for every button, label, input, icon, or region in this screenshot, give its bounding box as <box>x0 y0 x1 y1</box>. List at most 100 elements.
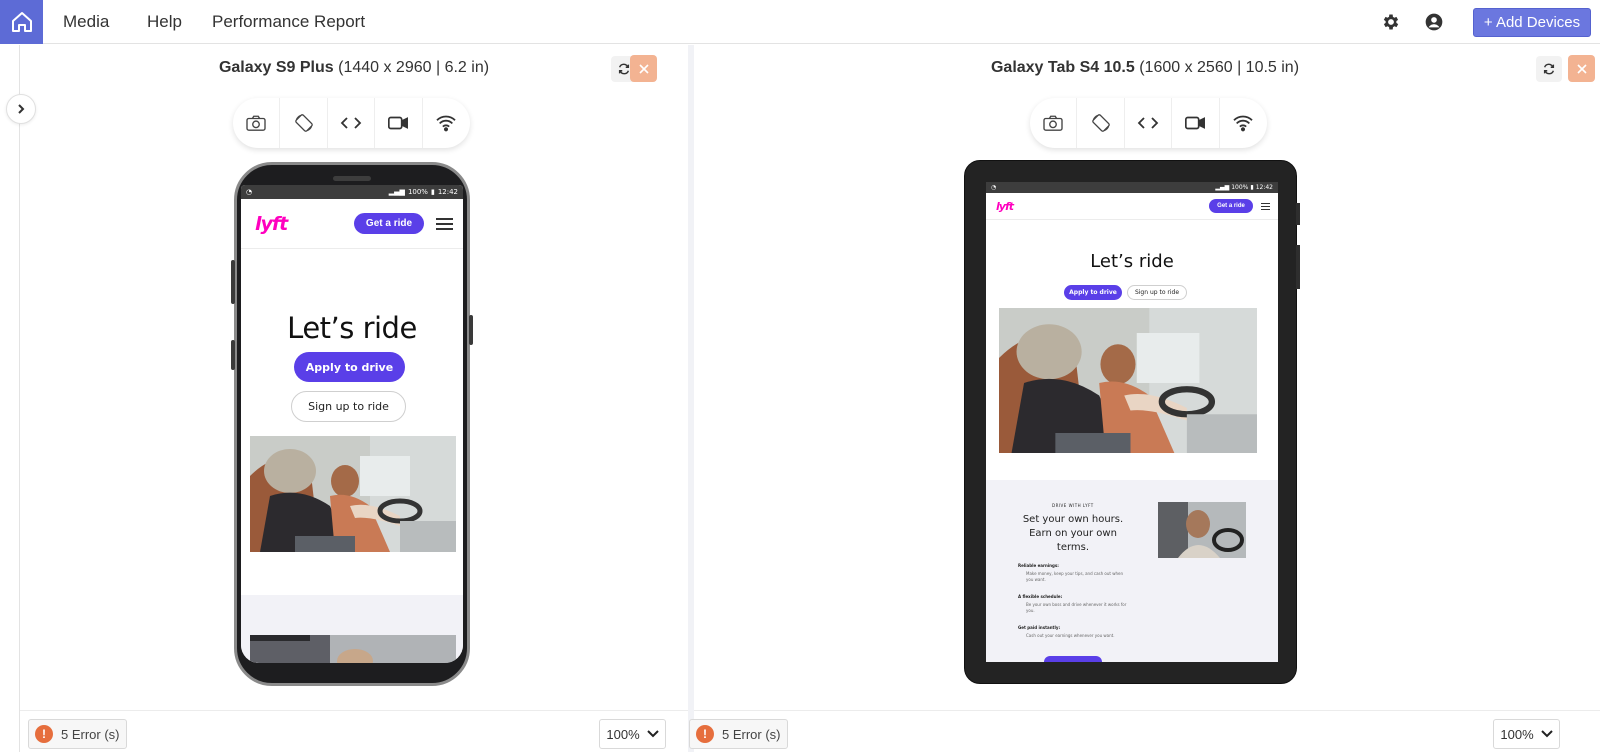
wifi-icon <box>436 115 456 132</box>
refresh-icon <box>618 63 630 75</box>
record-video-button[interactable] <box>1172 98 1220 148</box>
video-icon <box>388 116 409 130</box>
driver-photo-image <box>1158 502 1246 558</box>
zoom-select[interactable]: 100% <box>1493 719 1560 749</box>
phone-screen: ◔ ▂▄▆ 100% ▮ 12:42 lyft Get a ride Let’s… <box>241 185 463 663</box>
hero-headline: Let’s ride <box>1090 251 1174 272</box>
rider-photo-image <box>999 308 1257 453</box>
apply-to-drive-button[interactable]: Apply to drive <box>294 352 405 382</box>
battery-level: 100% <box>1231 184 1249 191</box>
panel-footer-divider <box>694 710 1600 711</box>
feature-reliable-earnings: Reliable earnings: Make money, keep your… <box>1018 563 1130 583</box>
volume-button <box>231 260 235 304</box>
status-time: 12:42 <box>1255 184 1273 191</box>
device-panel-galaxy-s9-plus: Galaxy S9 Plus (1440 x 2960 | 6.2 in) ◔ … <box>20 45 688 752</box>
bixby-button <box>231 340 235 370</box>
home-button[interactable] <box>0 0 43 44</box>
wifi-icon <box>1233 115 1253 132</box>
error-count-label: 5 Error (s) <box>61 726 120 742</box>
nav-media[interactable]: Media <box>63 12 109 32</box>
get-a-ride-button[interactable]: Get a ride <box>1209 199 1253 213</box>
get-a-ride-button[interactable]: Get a ride <box>354 213 424 234</box>
close-icon <box>638 63 649 74</box>
error-count-badge[interactable]: ! 5 Error (s) <box>28 719 127 749</box>
hamburger-menu-icon[interactable] <box>1261 201 1270 212</box>
screenshot-button[interactable] <box>1030 98 1078 148</box>
feature-desc: Cash out your earnings whenever you want… <box>1026 633 1115 638</box>
code-icon <box>1137 117 1159 129</box>
error-count-badge[interactable]: ! 5 Error (s) <box>689 719 788 749</box>
screenshot-button[interactable] <box>233 98 281 148</box>
device-spec: (1600 x 2560 | 10.5 in) <box>1134 59 1300 76</box>
nav-performance-report[interactable]: Performance Report <box>212 12 365 32</box>
camera-icon <box>246 115 266 131</box>
device-title: Galaxy Tab S4 10.5 (1600 x 2560 | 10.5 i… <box>692 59 1598 77</box>
rotate-icon <box>294 114 313 132</box>
sign-up-to-ride-button[interactable]: Sign up to ride <box>1127 285 1187 300</box>
battery-level: 100% <box>407 188 428 196</box>
drive-kicker: DRIVE WITH LYFT <box>1052 503 1094 508</box>
close-icon <box>1576 63 1587 74</box>
apply-to-drive-button[interactable]: Apply to drive <box>1064 285 1122 300</box>
error-icon: ! <box>35 725 53 743</box>
device-title: Galaxy S9 Plus (1440 x 2960 | 6.2 in) <box>20 59 688 77</box>
device-toolbar <box>1030 98 1267 148</box>
zoom-value: 100% <box>606 726 640 742</box>
add-devices-button[interactable]: + Add Devices <box>1473 8 1591 37</box>
drive-headline: Set your own hours. Earn on your own ter… <box>1022 514 1124 553</box>
record-video-button[interactable] <box>375 98 423 148</box>
panel-footer-divider <box>20 710 688 711</box>
zoom-value: 100% <box>1500 726 1534 742</box>
rider-photo-image <box>250 436 456 552</box>
close-device-button[interactable] <box>630 55 657 82</box>
tablet-frame: ◔ ▂▄▆ 100% ▮ 12:42 lyft Get a ride Let’s… <box>964 160 1300 684</box>
rotate-button[interactable] <box>280 98 328 148</box>
drive-section <box>241 595 463 663</box>
battery-icon: ▮ <box>1250 184 1254 191</box>
feature-title: Reliable earnings: <box>1018 563 1059 568</box>
top-bar: Media Help Performance Report + Add Devi… <box>0 0 1600 44</box>
network-button[interactable] <box>1220 98 1267 148</box>
feature-get-paid: Get paid instantly: Cash out your earnin… <box>1018 625 1130 639</box>
status-sync-icon: ◔ <box>246 188 253 196</box>
drive-section: DRIVE WITH LYFT Set your own hours. Earn… <box>986 480 1278 662</box>
lyft-logo[interactable]: lyft <box>255 213 288 235</box>
device-name: Galaxy Tab S4 10.5 <box>990 59 1135 76</box>
close-device-button[interactable] <box>1568 55 1595 82</box>
apply-drive-button-partial[interactable] <box>1044 656 1102 662</box>
status-bar: ◔ ▂▄▆ 100% ▮ 12:42 <box>241 185 463 199</box>
camera-icon <box>1043 115 1063 131</box>
feature-desc: Make money, keep your tips, and cash out… <box>1026 571 1124 582</box>
rotate-button[interactable] <box>1077 98 1125 148</box>
status-bar: ◔ ▂▄▆ 100% ▮ 12:42 <box>986 182 1278 193</box>
status-sync-icon: ◔ <box>991 184 997 191</box>
network-button[interactable] <box>423 98 470 148</box>
error-icon: ! <box>696 725 714 743</box>
zoom-select[interactable]: 100% <box>599 719 666 749</box>
refresh-button[interactable] <box>1536 56 1562 82</box>
feature-title: Get paid instantly: <box>1018 625 1061 630</box>
device-panel-galaxy-tab-s4: Galaxy Tab S4 10.5 (1600 x 2560 | 10.5 i… <box>689 45 1600 752</box>
power-button <box>1296 203 1300 225</box>
battery-icon: ▮ <box>430 188 435 196</box>
refresh-icon <box>1543 63 1555 75</box>
rotate-icon <box>1091 114 1110 132</box>
sign-up-to-ride-button[interactable]: Sign up to ride <box>291 391 406 422</box>
device-name: Galaxy S9 Plus <box>218 59 334 76</box>
status-time: 12:42 <box>437 188 458 196</box>
tablet-screen: ◔ ▂▄▆ 100% ▮ 12:42 lyft Get a ride Let’s… <box>986 182 1278 662</box>
power-button <box>469 315 473 345</box>
device-toolbar <box>233 98 470 148</box>
devtools-button[interactable] <box>328 98 376 148</box>
gear-icon[interactable] <box>1381 12 1401 32</box>
lyft-logo[interactable]: lyft <box>996 200 1014 213</box>
code-icon <box>340 117 362 129</box>
user-account-icon[interactable] <box>1424 12 1444 32</box>
nav-help[interactable]: Help <box>147 12 182 32</box>
site-header: lyft Get a ride <box>986 193 1278 220</box>
site-header: lyft Get a ride <box>241 199 463 249</box>
phone-speaker <box>333 176 371 181</box>
devtools-button[interactable] <box>1125 98 1173 148</box>
hamburger-menu-icon[interactable] <box>436 215 453 233</box>
device-spec: (1440 x 2960 | 6.2 in) <box>333 59 490 76</box>
